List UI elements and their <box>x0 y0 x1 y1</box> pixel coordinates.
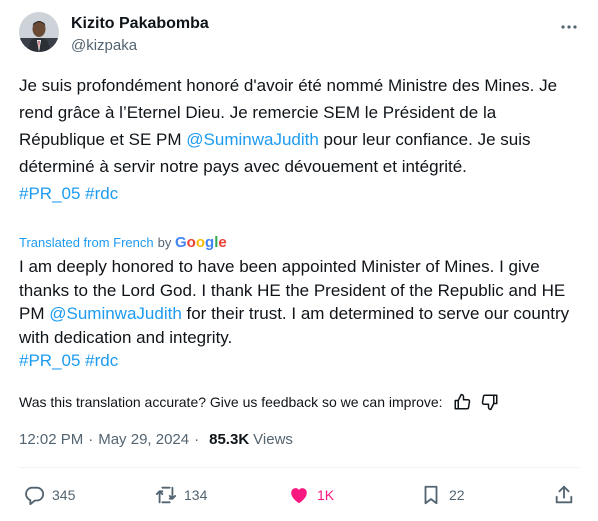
translated-from-text: Translated from French <box>19 234 154 250</box>
mention-link[interactable]: @SuminwaJudith <box>49 304 182 323</box>
tweet-time[interactable]: 12:02 PM <box>19 431 83 448</box>
heart-icon <box>288 484 310 506</box>
reply-count: 345 <box>52 487 76 503</box>
bookmark-button[interactable]: 22 <box>420 482 465 508</box>
hashtag-link[interactable]: #rdc <box>85 351 118 370</box>
meta-separator: · <box>88 431 94 448</box>
share-icon <box>553 484 575 506</box>
bookmark-icon <box>420 484 442 506</box>
bookmark-count: 22 <box>449 487 465 503</box>
tweet-meta: 12:02 PM · May 29, 2024 · 85.3K Views <box>19 431 293 448</box>
views-label: Views <box>253 431 293 448</box>
repost-count: 134 <box>184 487 208 503</box>
thumbs-down-icon[interactable] <box>481 393 499 411</box>
hashtag-link[interactable]: #PR_05 <box>19 351 80 370</box>
translated-from-label[interactable]: Translated from French by Google <box>19 233 229 251</box>
author-name[interactable]: Kizito Pakabomba <box>71 14 209 34</box>
hashtag-link[interactable]: #PR_05 <box>19 184 80 203</box>
mention-link[interactable]: @SuminwaJudith <box>186 130 319 149</box>
hashtag-link[interactable]: #rdc <box>85 184 118 203</box>
divider <box>19 467 579 468</box>
feedback-question: Was this translation accurate? Give us f… <box>19 394 443 410</box>
translated-tweet-text: I am deeply honored to have been appoint… <box>19 255 584 373</box>
translation-feedback: Was this translation accurate? Give us f… <box>19 393 499 411</box>
repost-icon <box>155 484 177 506</box>
action-bar: 345 134 1K 22 <box>19 482 579 508</box>
reply-icon <box>23 484 45 506</box>
repost-button[interactable]: 134 <box>155 482 207 508</box>
google-logo: Google <box>175 233 229 251</box>
avatar[interactable] <box>19 12 59 52</box>
reply-button[interactable]: 345 <box>23 482 75 508</box>
share-button[interactable] <box>553 482 575 508</box>
translated-by-text: by <box>157 234 172 250</box>
like-button[interactable]: 1K <box>288 482 334 508</box>
like-count: 1K <box>317 487 335 503</box>
tweet-date[interactable]: May 29, 2024 <box>98 431 189 448</box>
svg-text:Google: Google <box>175 234 227 251</box>
tweet-header: Kizito Pakabomba @kizpaka <box>19 10 584 60</box>
thumbs-up-icon[interactable] <box>453 393 471 411</box>
meta-separator: · <box>194 431 200 448</box>
author-handle[interactable]: @kizpaka <box>71 36 137 56</box>
more-options-icon[interactable] <box>558 16 580 38</box>
views-count[interactable]: 85.3K <box>209 431 249 448</box>
original-tweet-text: Je suis profondément honoré d'avoir été … <box>19 72 579 207</box>
